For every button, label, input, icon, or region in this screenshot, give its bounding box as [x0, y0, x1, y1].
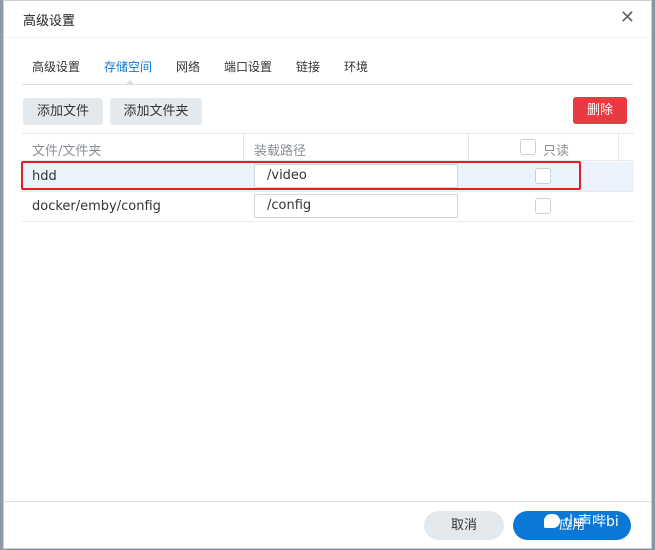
tab-links[interactable]: 链接: [296, 58, 320, 75]
dialog-titlebar: 高级设置 ✕: [4, 1, 651, 37]
column-divider: [243, 134, 244, 162]
close-icon[interactable]: ✕: [620, 7, 635, 28]
tab-storage[interactable]: 存储空间: [104, 58, 152, 75]
advanced-settings-dialog: 高级设置 ✕ 高级设置 存储空间 网络 端口设置 链接 环境 添加文件 添加文件…: [3, 0, 652, 549]
mount-path-input[interactable]: /config: [254, 194, 458, 218]
watermark-text: 小声哔bi: [564, 514, 619, 530]
readonly-select-all-checkbox[interactable]: [520, 139, 536, 155]
footer-divider: [4, 501, 651, 502]
tab-advanced-settings[interactable]: 高级设置: [32, 58, 80, 75]
header-folder: 文件/文件夹: [32, 144, 102, 159]
tab-environment[interactable]: 环境: [344, 58, 368, 75]
add-file-button[interactable]: 添加文件: [23, 98, 103, 125]
table-header: 文件/文件夹 装载路径 只读: [22, 133, 634, 162]
folder-cell: docker/emby/config: [32, 199, 161, 214]
red-highlight-box: [21, 161, 581, 190]
tab-divider: [22, 84, 633, 85]
tab-port-settings[interactable]: 端口设置: [224, 58, 272, 75]
cancel-button[interactable]: 取消: [424, 511, 504, 540]
delete-button[interactable]: 删除: [573, 97, 627, 124]
column-divider: [618, 134, 619, 162]
active-tab-indicator: [125, 80, 135, 85]
watermark: 小声哔bi: [544, 511, 619, 531]
wechat-icon: [544, 514, 560, 528]
dialog-title: 高级设置: [23, 14, 76, 29]
readonly-checkbox[interactable]: [535, 198, 551, 214]
header-readonly: 只读: [543, 144, 570, 159]
column-divider: [468, 134, 469, 162]
header-mount-path: 装载路径: [254, 144, 307, 159]
tab-bar: 高级设置 存储空间 网络 端口设置 链接 环境: [4, 37, 651, 86]
tab-network[interactable]: 网络: [176, 58, 200, 75]
add-folder-button[interactable]: 添加文件夹: [110, 98, 202, 125]
table-row[interactable]: docker/emby/config /config: [22, 192, 634, 222]
